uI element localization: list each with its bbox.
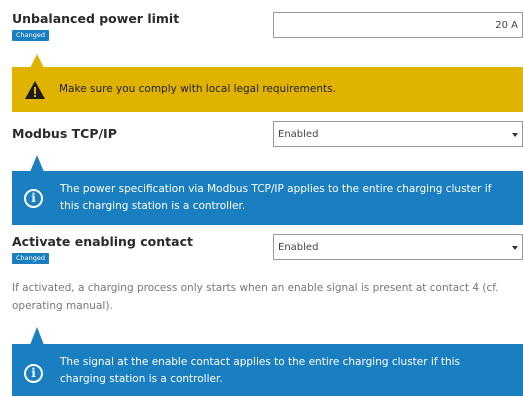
modbus-info-pointer	[30, 155, 44, 172]
enabling-info-text: The signal at the enable contact applies…	[60, 356, 461, 385]
info-icon: i	[24, 364, 43, 383]
changed-badge: Changed	[12, 30, 50, 41]
modbus-tcpip-label: Modbus TCP/IP	[12, 126, 117, 141]
enabling-contact-value: Enabled	[278, 242, 319, 253]
warning-triangle-icon	[25, 81, 45, 99]
unbalanced-power-limit-value: 20 A	[495, 20, 518, 31]
chevron-down-icon	[512, 246, 518, 250]
chevron-down-icon	[512, 133, 518, 137]
info-icon: i	[24, 189, 43, 208]
enabling-contact-help-text: If activated, a charging process only st…	[12, 282, 499, 312]
modbus-info-text: The power specification via Modbus TCP/I…	[60, 183, 492, 212]
warning-text: Make sure you comply with local legal re…	[59, 83, 336, 95]
enabling-contact-select[interactable]: Enabled	[273, 234, 523, 260]
modbus-info-banner: i The power specification via Modbus TCP…	[12, 171, 523, 225]
modbus-tcpip-select[interactable]: Enabled	[273, 121, 523, 147]
unbalanced-power-limit-input[interactable]: 20 A	[273, 12, 523, 38]
enabling-info-banner: i The signal at the enable contact appli…	[12, 344, 523, 396]
enabling-info-pointer	[30, 327, 44, 345]
enabling-contact-label: Activate enabling contact	[12, 234, 193, 249]
modbus-tcpip-value: Enabled	[278, 129, 319, 140]
changed-badge: Changed	[12, 253, 50, 264]
warning-banner: Make sure you comply with local legal re…	[12, 67, 523, 112]
warning-pointer	[30, 54, 44, 68]
unbalanced-power-limit-label: Unbalanced power limit	[12, 11, 180, 26]
